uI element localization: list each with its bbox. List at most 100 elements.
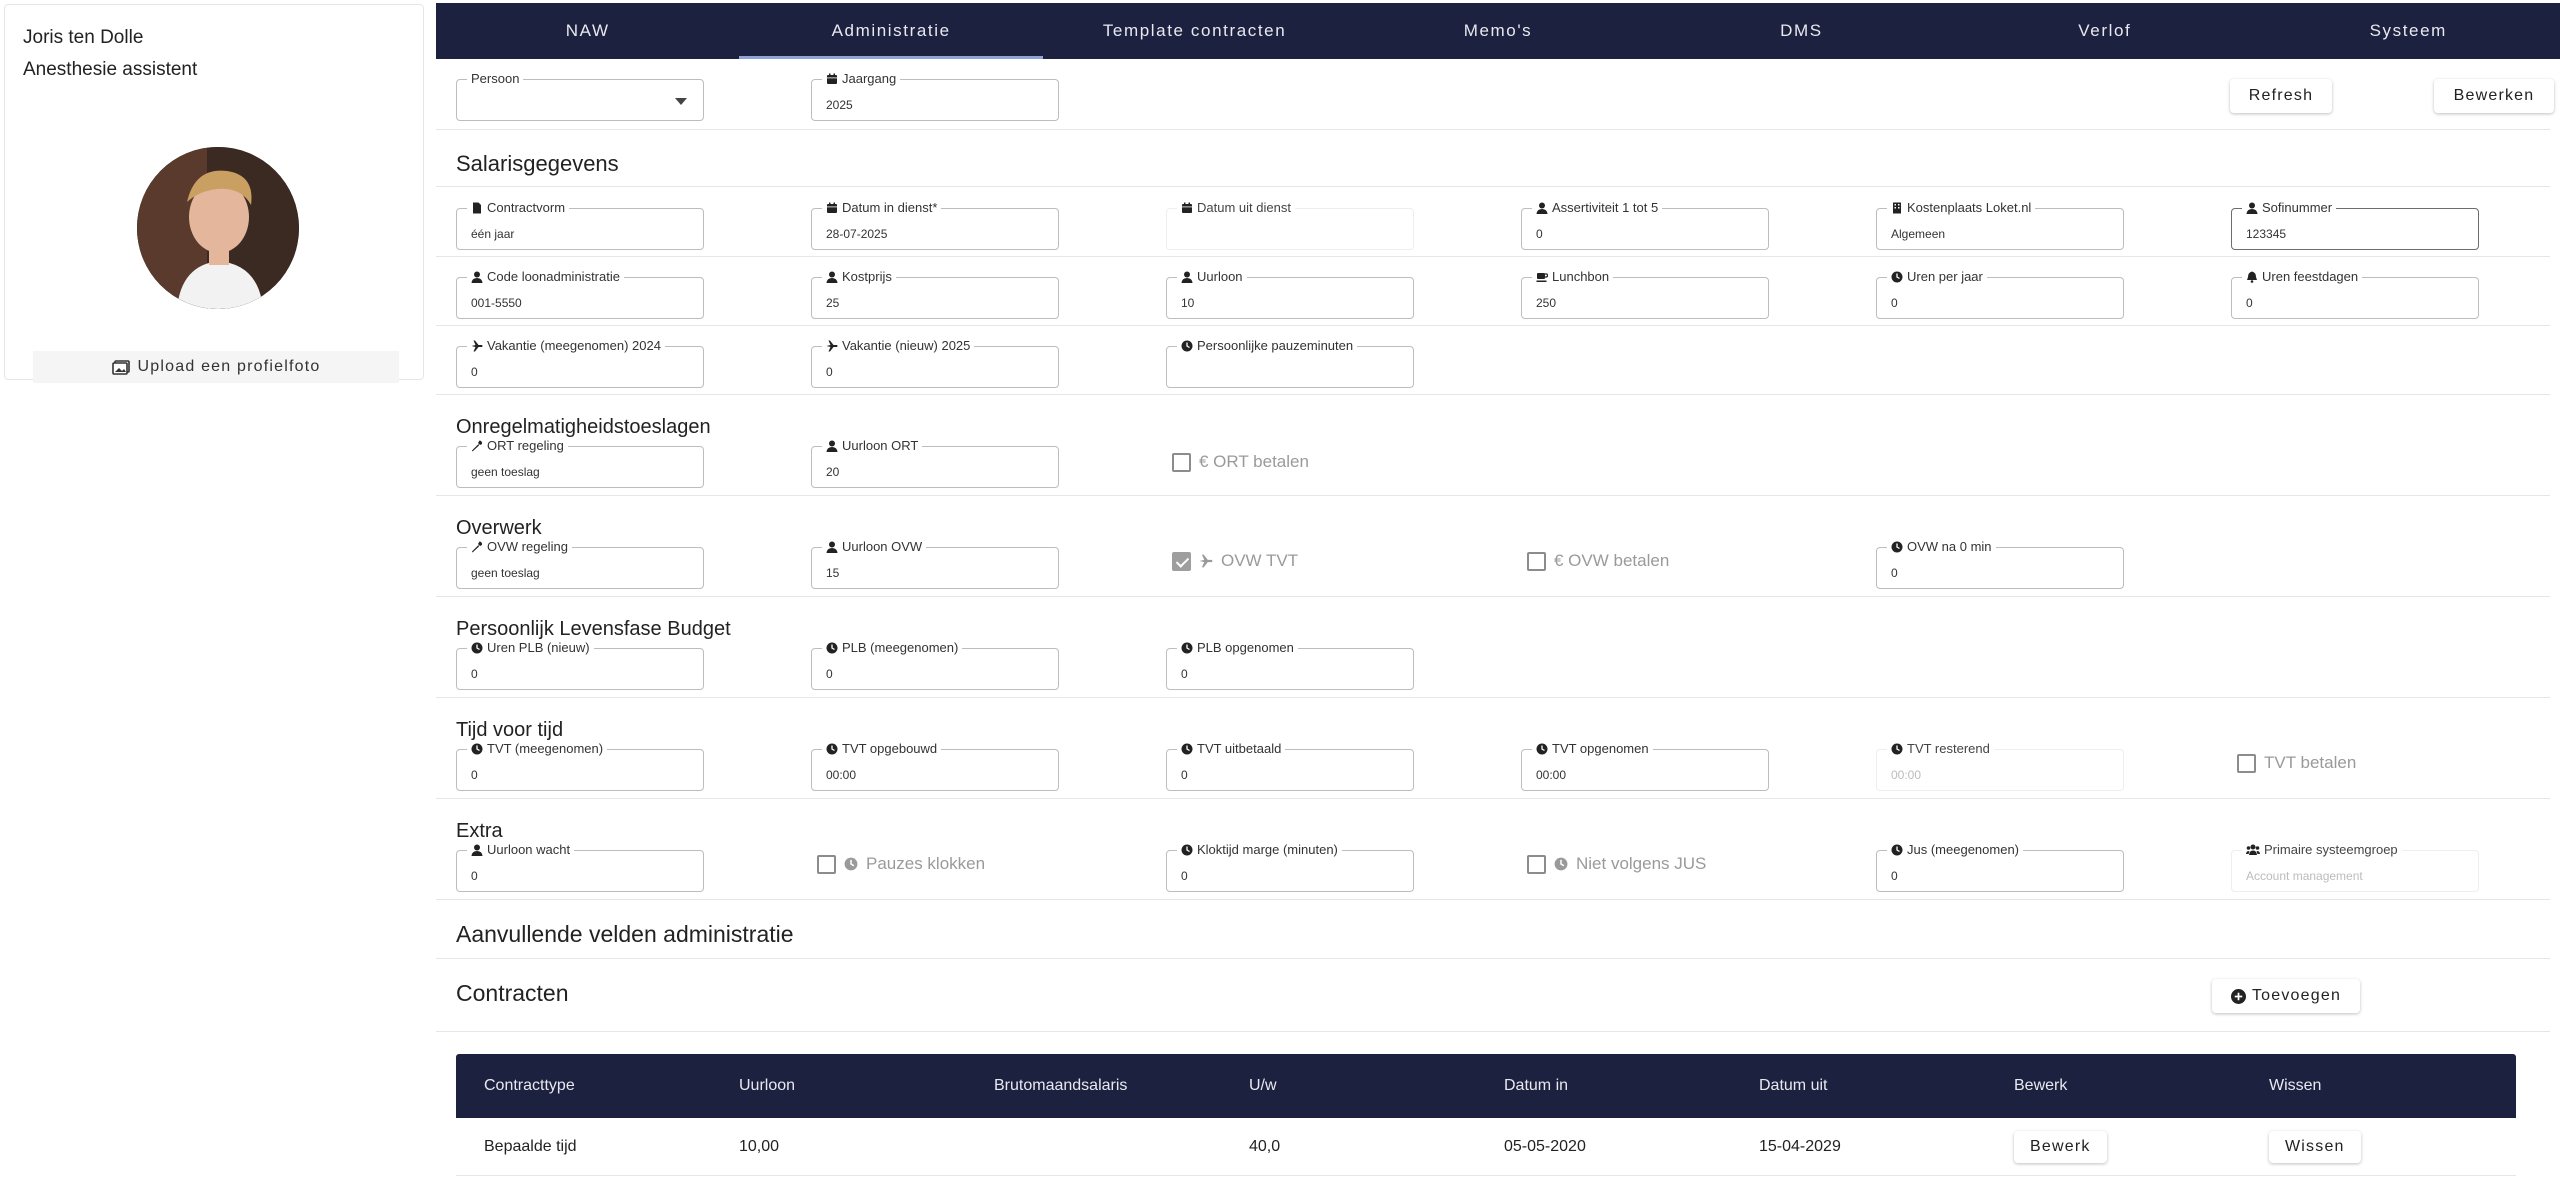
tab-template-contracten[interactable]: Template contracten bbox=[1043, 3, 1346, 59]
vakantie-nieuw-label: Vakantie (nieuw) 2025 bbox=[842, 338, 971, 353]
calendar-icon bbox=[826, 202, 838, 214]
tab-verlof[interactable]: Verlof bbox=[1953, 3, 2256, 59]
ort-regeling-field[interactable]: ORT regeling geen toeslag bbox=[456, 438, 704, 488]
ovw-tvt-checkbox[interactable]: OVW TVT bbox=[1172, 551, 1298, 571]
column-header: Contracttype bbox=[484, 1077, 575, 1094]
plb-meegenomen-field[interactable]: PLB (meegenomen) 0 bbox=[811, 640, 1059, 690]
pauzeminuten-field[interactable]: Persoonlijke pauzeminuten bbox=[1166, 338, 1414, 388]
toevoegen-button[interactable]: Toevoegen bbox=[2212, 979, 2360, 1013]
datum-in-dienst-field[interactable]: Datum in dienst* 28-07-2025 bbox=[811, 200, 1059, 250]
checkbox-box[interactable] bbox=[817, 854, 836, 874]
user-icon bbox=[2246, 202, 2258, 214]
tvt-meegenomen-field[interactable]: TVT (meegenomen) 0 bbox=[456, 741, 704, 791]
tvt-uitbetaald-field[interactable]: TVT uitbetaald 0 bbox=[1166, 741, 1414, 791]
uurloon-wacht-field[interactable]: Uurloon wacht 0 bbox=[456, 842, 704, 892]
clock-icon bbox=[1891, 541, 1903, 553]
divider bbox=[436, 186, 2550, 187]
tvt-opgenomen-field[interactable]: TVT opgenomen 00:00 bbox=[1521, 741, 1769, 791]
uurloon-wacht-label: Uurloon wacht bbox=[487, 842, 571, 857]
jus-meegenomen-field[interactable]: Jus (meegenomen) 0 bbox=[1876, 842, 2124, 892]
ort-betalen-checkbox[interactable]: € ORT betalen bbox=[1172, 452, 1309, 472]
divider bbox=[436, 256, 2550, 257]
vakantie-meegenomen-label: Vakantie (meegenomen) 2024 bbox=[487, 338, 661, 353]
kostprijs-field[interactable]: Kostprijs 25 bbox=[811, 269, 1059, 319]
user-icon bbox=[1181, 271, 1193, 283]
tab-memos[interactable]: Memo's bbox=[1346, 3, 1649, 59]
lunchbon-field[interactable]: Lunchbon 250 bbox=[1521, 269, 1769, 319]
column-header: Bewerk bbox=[2014, 1077, 2068, 1094]
assertiviteit-value: 0 bbox=[1536, 227, 1543, 241]
uurloon-ort-field[interactable]: Uurloon ORT 20 bbox=[811, 438, 1059, 488]
divider bbox=[436, 1031, 2550, 1032]
file-icon bbox=[471, 202, 483, 214]
bewerk-button[interactable]: Bewerk bbox=[2014, 1130, 2107, 1163]
cell-bewerk: Bewerk bbox=[1986, 1118, 2241, 1175]
uren-feestdagen-field[interactable]: Uren feestdagen 0 bbox=[2231, 269, 2479, 319]
cell-uurloon: 10,00 bbox=[739, 1137, 780, 1155]
uurloon-field[interactable]: Uurloon 10 bbox=[1166, 269, 1414, 319]
checkbox-box[interactable] bbox=[2237, 753, 2256, 773]
tvt-meegenomen-label: TVT (meegenomen) bbox=[487, 741, 604, 756]
ovw-tvt-label: OVW TVT bbox=[1221, 551, 1299, 570]
vakantie-nieuw-field[interactable]: Vakantie (nieuw) 2025 0 bbox=[811, 338, 1059, 388]
refresh-label: Refresh bbox=[2248, 87, 2314, 104]
assertiviteit-field[interactable]: Assertiviteit 1 tot 5 0 bbox=[1521, 200, 1769, 250]
column-header: Datum uit bbox=[1759, 1077, 1828, 1094]
sofinummer-value: 123345 bbox=[2246, 227, 2287, 241]
column-header: Wissen bbox=[2269, 1077, 2322, 1094]
contractvorm-field[interactable]: Contractvorm één jaar bbox=[456, 200, 704, 250]
wissen-button[interactable]: Wissen bbox=[2269, 1130, 2361, 1163]
tab-administratie[interactable]: Administratie bbox=[739, 3, 1044, 59]
jaargang-field[interactable]: Jaargang 2025 bbox=[811, 71, 1059, 121]
niet-volgens-jus-checkbox[interactable]: Niet volgens JUS bbox=[1527, 854, 1706, 874]
ovw-na-min-field[interactable]: OVW na 0 min 0 bbox=[1876, 539, 2124, 589]
checkbox-box[interactable] bbox=[1527, 551, 1546, 571]
persoon-select[interactable]: Persoon bbox=[456, 71, 704, 121]
tab-dms[interactable]: DMS bbox=[1650, 3, 1953, 59]
kloktijd-marge-label: Kloktijd marge (minuten) bbox=[1197, 842, 1338, 857]
tab-systeem[interactable]: Systeem bbox=[2257, 3, 2560, 59]
checkbox-box[interactable] bbox=[1527, 854, 1546, 874]
chevron-down-icon bbox=[675, 98, 687, 105]
pauzes-klokken-checkbox[interactable]: Pauzes klokken bbox=[817, 854, 985, 874]
ort-regeling-label: ORT regeling bbox=[487, 438, 564, 453]
bewerken-button[interactable]: Bewerken bbox=[2434, 79, 2554, 113]
user-icon bbox=[471, 844, 483, 856]
building-icon bbox=[1891, 202, 1903, 214]
lunchbon-value: 250 bbox=[1536, 296, 1557, 310]
ort-regeling-value: geen toeslag bbox=[471, 465, 540, 479]
checkbox-box-checked[interactable] bbox=[1172, 551, 1191, 571]
tvt-resterend-value: 00:00 bbox=[1891, 768, 1922, 782]
code-loonadmin-field[interactable]: Code loonadministratie 001-5550 bbox=[456, 269, 704, 319]
persoon-label: Persoon bbox=[471, 71, 520, 86]
divider bbox=[436, 394, 2550, 395]
refresh-button[interactable]: Refresh bbox=[2230, 79, 2332, 113]
plb-opgenomen-field[interactable]: PLB opgenomen 0 bbox=[1166, 640, 1414, 690]
ort-betalen-label: € ORT betalen bbox=[1199, 452, 1309, 471]
datum-in-dienst-value: 28-07-2025 bbox=[826, 227, 888, 241]
sofinummer-field[interactable]: Sofinummer 123345 bbox=[2231, 200, 2479, 250]
ovw-betalen-checkbox[interactable]: € OVW betalen bbox=[1527, 551, 1669, 571]
checkbox-box[interactable] bbox=[1172, 452, 1191, 472]
pauzeminuten-label: Persoonlijke pauzeminuten bbox=[1197, 338, 1354, 353]
profile-name: Joris ten Dolle bbox=[23, 27, 144, 48]
bell-icon bbox=[2246, 271, 2258, 283]
kloktijd-marge-field[interactable]: Kloktijd marge (minuten) 0 bbox=[1166, 842, 1414, 892]
datum-uit-dienst-field[interactable]: Datum uit dienst bbox=[1166, 200, 1414, 250]
clock-icon bbox=[471, 642, 483, 654]
tab-naw[interactable]: NAW bbox=[436, 3, 739, 59]
profile-card: Joris ten Dolle Anesthesie assistent Upl… bbox=[4, 4, 424, 383]
table-header: Contracttype Uurloon Brutomaandsalaris U… bbox=[456, 1054, 2516, 1118]
uurloon-ovw-field[interactable]: Uurloon OVW 15 bbox=[811, 539, 1059, 589]
vakantie-meegenomen-field[interactable]: Vakantie (meegenomen) 2024 0 bbox=[456, 338, 704, 388]
tvt-opgebouwd-field[interactable]: TVT opgebouwd 00:00 bbox=[811, 741, 1059, 791]
upload-photo-button[interactable]: Upload een profielfoto bbox=[33, 351, 399, 383]
uren-per-jaar-field[interactable]: Uren per jaar 0 bbox=[1876, 269, 2124, 319]
kostprijs-label: Kostprijs bbox=[842, 269, 892, 284]
clock-icon bbox=[471, 743, 483, 755]
ovw-regeling-field[interactable]: OVW regeling geen toeslag bbox=[456, 539, 704, 589]
tvt-betalen-checkbox[interactable]: TVT betalen bbox=[2237, 753, 2356, 773]
code-loonadmin-value: 001-5550 bbox=[471, 296, 522, 310]
uren-plb-nieuw-field[interactable]: Uren PLB (nieuw) 0 bbox=[456, 640, 704, 690]
kostenplaats-field[interactable]: Kostenplaats Loket.nl Algemeen bbox=[1876, 200, 2124, 250]
